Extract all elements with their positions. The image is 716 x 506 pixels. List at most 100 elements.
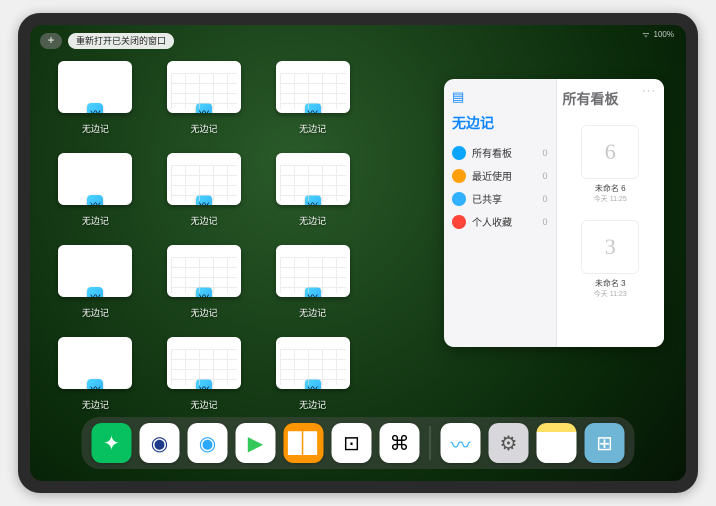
freeform-app-icon: 〰 xyxy=(87,103,103,113)
notes-app-icon[interactable] xyxy=(537,423,577,463)
category-label: 已共享 xyxy=(472,191,502,206)
window-thumbnail[interactable]: 〰无边记 xyxy=(163,245,246,319)
freeform-app-icon: 〰 xyxy=(305,195,321,205)
dice-glyph-icon: ⊡ xyxy=(343,431,360,456)
board-card[interactable]: 3 未命名 3今天 11:23 xyxy=(575,220,645,299)
dice-app-icon[interactable]: ⊡ xyxy=(332,423,372,463)
category-item[interactable]: 最近使用0 xyxy=(452,164,548,187)
window-label: 无边记 xyxy=(190,122,217,135)
freeform-glyph-icon: 〰 xyxy=(451,429,471,458)
panel-app-title: 无边记 xyxy=(452,113,548,133)
window-thumbnail[interactable]: 〰无边记 xyxy=(163,61,246,135)
window-thumbnail[interactable]: 〰无边记 xyxy=(271,61,354,135)
window-label: 无边记 xyxy=(299,306,326,319)
screen: ᯤ 100% + 重新打开已关闭的窗口 〰无边记〰无边记〰无边记〰无边记〰无边记… xyxy=(30,25,686,481)
window-label: 无边记 xyxy=(190,306,217,319)
omni-glyph-icon: ⌘ xyxy=(390,431,410,456)
window-preview: 〰 xyxy=(167,61,241,113)
category-count: 0 xyxy=(542,148,547,158)
play-glyph-icon: ▶ xyxy=(248,431,263,456)
freeform-app-icon: 〰 xyxy=(87,379,103,389)
window-label: 无边记 xyxy=(190,214,217,227)
category-label: 最近使用 xyxy=(472,168,512,183)
category-label: 所有看板 xyxy=(472,145,512,160)
freeform-app-icon: 〰 xyxy=(305,103,321,113)
window-label: 无边记 xyxy=(82,398,109,411)
more-options-button[interactable]: ··· xyxy=(642,85,656,97)
window-label: 无边记 xyxy=(299,214,326,227)
freeform-app-icon: 〰 xyxy=(196,195,212,205)
window-preview: 〰 xyxy=(58,153,132,205)
settings-app-icon[interactable]: ⚙ xyxy=(489,423,529,463)
freeform-app-icon: 〰 xyxy=(196,287,212,297)
freeform-app-icon: 〰 xyxy=(87,287,103,297)
wechat-app-icon[interactable]: ✦ xyxy=(92,423,132,463)
category-count: 0 xyxy=(542,194,547,204)
window-thumbnail[interactable]: 〰无边记 xyxy=(271,153,354,227)
window-thumbnail[interactable]: 〰无边记 xyxy=(271,245,354,319)
window-preview: 〰 xyxy=(58,61,132,113)
board-thumbnail: 3 xyxy=(581,220,639,274)
books-app-icon[interactable]: ▉▉ xyxy=(284,423,324,463)
window-thumbnail[interactable]: 〰无边记 xyxy=(271,337,354,411)
window-preview: 〰 xyxy=(276,337,350,389)
board-name: 未命名 6 xyxy=(575,183,645,194)
quark-app-icon[interactable]: ◉ xyxy=(188,423,228,463)
window-label: 无边记 xyxy=(190,398,217,411)
category-item[interactable]: 所有看板 0 xyxy=(452,141,548,164)
window-label: 无边记 xyxy=(82,122,109,135)
status-bar: ᯤ 100% xyxy=(642,29,674,40)
new-window-button[interactable]: + xyxy=(40,33,62,49)
category-count: 0 xyxy=(542,217,547,227)
board-name: 未命名 3 xyxy=(575,278,645,289)
reopen-closed-window-button[interactable]: 重新打开已关闭的窗口 xyxy=(68,33,174,49)
sidebar-toggle-icon[interactable]: ▤ xyxy=(452,89,470,107)
category-icon xyxy=(452,146,466,160)
panel-right: ··· 所有看板 6未命名 6今天 11:253未命名 3今天 11:23 xyxy=(556,79,665,347)
battery-label: 100% xyxy=(654,30,674,39)
dock: ✦ ◉ ◉ ▶ ▉▉ ⊡ ⌘ 〰 ⚙ ⊞ xyxy=(82,417,635,469)
board-date: 今天 11:25 xyxy=(575,194,645,204)
freeform-sidebar-panel: ▤ 无边记 所有看板0最近使用0已共享0个人收藏0 ··· 所有看板 6未命名 … xyxy=(444,79,664,347)
window-preview: 〰 xyxy=(167,153,241,205)
window-preview: 〰 xyxy=(276,61,350,113)
freeform-app-icon[interactable]: 〰 xyxy=(441,423,481,463)
window-preview: 〰 xyxy=(167,245,241,297)
window-thumbnail[interactable]: 〰无边记 xyxy=(163,153,246,227)
board-date: 今天 11:23 xyxy=(575,289,645,299)
category-icon xyxy=(452,192,466,206)
freeform-app-icon: 〰 xyxy=(87,195,103,205)
window-thumbnail[interactable]: 〰无边记 xyxy=(163,337,246,411)
app-library-glyph-icon: ⊞ xyxy=(596,431,613,456)
category-icon xyxy=(452,215,466,229)
app-library-app-icon[interactable]: ⊞ xyxy=(585,423,625,463)
window-label: 无边记 xyxy=(82,306,109,319)
window-thumbnail[interactable]: 〰无边记 xyxy=(54,153,137,227)
window-label: 无边记 xyxy=(299,122,326,135)
window-preview: 〰 xyxy=(58,337,132,389)
board-card[interactable]: 6未命名 6今天 11:25 xyxy=(575,125,645,204)
window-label: 无边记 xyxy=(82,214,109,227)
wifi-icon: ᯤ xyxy=(642,29,649,40)
panel-left: ▤ 无边记 所有看板0最近使用0已共享0个人收藏0 xyxy=(444,79,556,347)
omni-app-icon[interactable]: ⌘ xyxy=(380,423,420,463)
window-thumbnail[interactable]: 〰无边记 xyxy=(54,61,137,135)
category-item[interactable]: 已共享 0 xyxy=(452,187,548,210)
quark-hd-app-icon[interactable]: ◉ xyxy=(140,423,180,463)
freeform-app-icon: 〰 xyxy=(196,103,212,113)
window-thumbnail[interactable]: 〰无边记 xyxy=(54,245,137,319)
ipad-frame: ᯤ 100% + 重新打开已关闭的窗口 〰无边记〰无边记〰无边记〰无边记〰无边记… xyxy=(18,13,698,493)
window-label: 无边记 xyxy=(299,398,326,411)
window-preview: 〰 xyxy=(167,337,241,389)
topbar: + 重新打开已关闭的窗口 xyxy=(40,33,174,49)
window-preview: 〰 xyxy=(276,245,350,297)
stage-manager-grid: 〰无边记〰无边记〰无边记〰无边记〰无边记〰无边记〰无边记〰无边记〰无边记〰无边记… xyxy=(54,61,354,411)
quark-glyph-icon: ◉ xyxy=(199,431,216,456)
window-preview: 〰 xyxy=(58,245,132,297)
freeform-app-icon: 〰 xyxy=(196,379,212,389)
play-app-icon[interactable]: ▶ xyxy=(236,423,276,463)
freeform-app-icon: 〰 xyxy=(305,379,321,389)
quark-hd-glyph-icon: ◉ xyxy=(151,431,168,456)
category-item[interactable]: 个人收藏0 xyxy=(452,210,548,233)
window-thumbnail[interactable]: 〰无边记 xyxy=(54,337,137,411)
